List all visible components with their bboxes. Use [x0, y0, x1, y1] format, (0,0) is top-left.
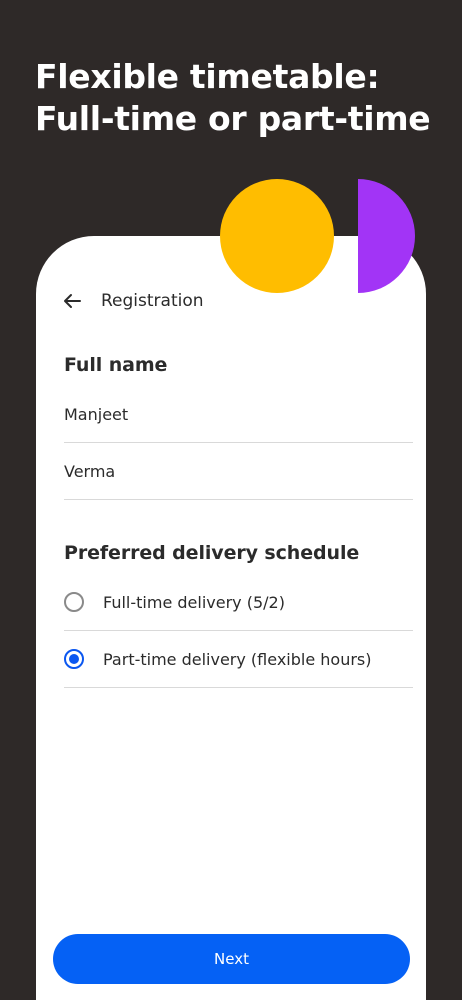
- radio-unchecked-icon[interactable]: [64, 592, 84, 612]
- last-name-field: [64, 443, 413, 500]
- headline-line-1: Flexible timetable:: [35, 57, 380, 96]
- headline-line-2: Full-time or part-time: [35, 99, 431, 139]
- first-name-field: [64, 386, 413, 443]
- option-part-time[interactable]: Part-time delivery (flexible hours): [64, 631, 413, 688]
- option-full-time[interactable]: Full-time delivery (5/2): [64, 574, 413, 631]
- radio-checked-icon[interactable]: [64, 649, 84, 669]
- full-name-title: Full name: [64, 354, 168, 376]
- next-button[interactable]: Next: [53, 934, 410, 984]
- decor-yellow-circle: [220, 179, 334, 293]
- last-name-input[interactable]: [64, 461, 413, 481]
- promo-screen: Flexible timetable: Full-time or part-ti…: [0, 0, 462, 1000]
- option-part-time-label: Part-time delivery (flexible hours): [103, 649, 372, 669]
- first-name-input[interactable]: [64, 404, 413, 424]
- app-bar-title: Registration: [101, 291, 204, 311]
- arrow-left-icon[interactable]: [62, 291, 82, 311]
- headline: Flexible timetable: Full-time or part-ti…: [35, 56, 455, 140]
- app-bar: Registration: [62, 286, 204, 316]
- option-full-time-label: Full-time delivery (5/2): [103, 592, 285, 612]
- schedule-title: Preferred delivery schedule: [64, 542, 360, 564]
